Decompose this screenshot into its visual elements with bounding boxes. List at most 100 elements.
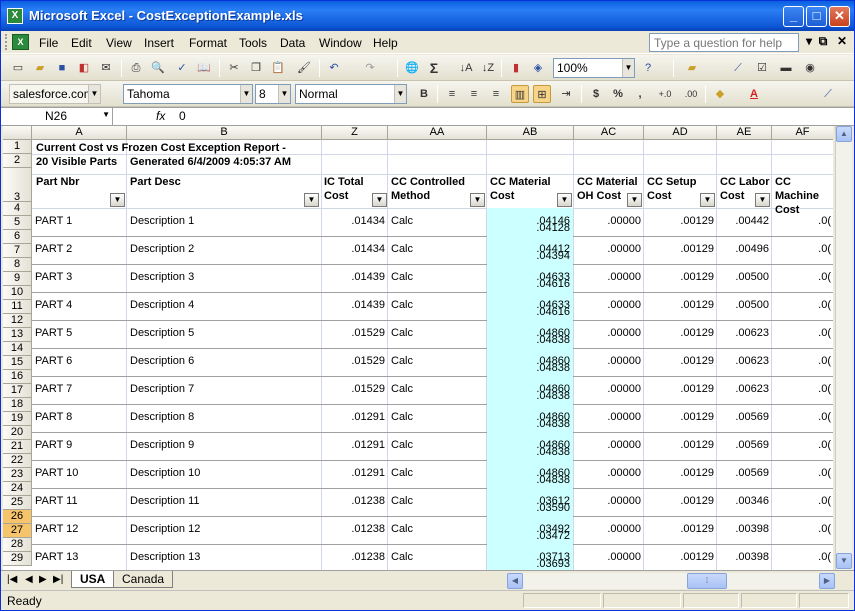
cell-ic-total[interactable]: .01291	[323, 411, 387, 424]
chart-line-icon[interactable]: ⟋	[729, 59, 747, 77]
cell-setup[interactable]: .00129	[645, 467, 716, 480]
cell-setup[interactable]: .00129	[645, 271, 716, 284]
minimize-button[interactable]: _	[783, 6, 804, 27]
filter-dropdown-icon[interactable]: ▼	[110, 193, 125, 207]
row-header[interactable]: 19	[3, 412, 32, 426]
cell-part-nbr[interactable]: PART 2	[33, 243, 126, 256]
cell-material-oh[interactable]: .00000	[575, 243, 643, 256]
cell-part-desc[interactable]: Description 10	[128, 467, 321, 480]
row-header[interactable]: 13	[3, 328, 32, 342]
bold-button[interactable]: B	[415, 85, 433, 103]
cell-labor[interactable]: .00500	[718, 299, 771, 312]
cell-ic-total[interactable]: .01434	[323, 243, 387, 256]
permission-icon[interactable]: ◧	[75, 59, 93, 77]
row-header[interactable]: 29	[3, 552, 32, 566]
select-all-corner[interactable]	[3, 126, 32, 140]
spelling-icon[interactable]: ✓	[173, 59, 191, 77]
button-control-icon[interactable]: ▬	[777, 59, 795, 77]
new-icon[interactable]: ▭	[9, 59, 27, 77]
cell-method[interactable]: Calc	[389, 355, 485, 368]
print-preview-icon[interactable]: 🔍	[149, 59, 167, 77]
scroll-down-icon[interactable]: ▼	[836, 553, 852, 569]
row-header[interactable]: 26	[3, 510, 32, 524]
cell-material-frozen[interactable]: .03693	[488, 558, 572, 570]
cell-ic-total[interactable]: .01291	[323, 467, 387, 480]
row-header[interactable]: 27	[3, 524, 32, 538]
cell-setup[interactable]: .00129	[645, 327, 716, 340]
header-cc-machine[interactable]: CC Machine Cost	[773, 174, 833, 218]
row-header[interactable]: 17	[3, 384, 32, 398]
row-header[interactable]: 16	[3, 370, 32, 384]
cell-material-oh[interactable]: .00000	[575, 523, 643, 536]
chevron-down-icon[interactable]: ▼	[240, 85, 252, 103]
row-header[interactable]: 25	[3, 496, 32, 510]
copy-icon[interactable]: ❐	[247, 59, 265, 77]
last-sheet-icon[interactable]: ▶|	[53, 574, 63, 585]
cell-method[interactable]: Calc	[389, 215, 485, 228]
cell-part-nbr[interactable]: PART 1	[33, 215, 126, 228]
cell-machine[interactable]: .0(	[773, 467, 833, 480]
cell-material-oh[interactable]: .00000	[575, 327, 643, 340]
folder-icon[interactable]: ▰	[683, 59, 701, 77]
fill-color-icon[interactable]: ◆	[711, 85, 729, 103]
doc-close-icon[interactable]: ✕	[835, 34, 849, 50]
menu-view[interactable]: View	[106, 36, 132, 50]
chevron-down-icon[interactable]: ▼	[622, 59, 634, 77]
cell-material-oh[interactable]: .00000	[575, 411, 643, 424]
scroll-thumb[interactable]: ⁞	[687, 573, 727, 589]
increase-decimal-button[interactable]: +.0	[653, 85, 677, 103]
sort-ascending-icon[interactable]: ↓A	[457, 59, 475, 77]
cell-method[interactable]: Calc	[389, 495, 485, 508]
cell-setup[interactable]: .00129	[645, 495, 716, 508]
row-header[interactable]: 8	[3, 258, 32, 272]
decrease-decimal-button[interactable]: .00	[679, 85, 703, 103]
open-icon[interactable]: ▰	[31, 59, 49, 77]
header-part-desc[interactable]: Part Desc	[128, 174, 298, 190]
help-icon[interactable]: ?	[639, 59, 657, 77]
cell-material-frozen[interactable]: .04128	[488, 222, 572, 235]
cell-material-oh[interactable]: .00000	[575, 299, 643, 312]
row-header[interactable]: 3	[3, 168, 32, 202]
cell-method[interactable]: Calc	[389, 271, 485, 284]
cell-material-oh[interactable]: .00000	[575, 355, 643, 368]
cell-part-nbr[interactable]: PART 9	[33, 439, 126, 452]
header-part-nbr[interactable]: Part Nbr	[34, 174, 126, 190]
cell-setup[interactable]: .00129	[645, 383, 716, 396]
hyperlink-icon[interactable]: 🌐	[403, 59, 421, 77]
row-header[interactable]: 6	[3, 230, 32, 244]
cell-setup[interactable]: .00129	[645, 299, 716, 312]
row-header[interactable]: 5	[3, 216, 32, 230]
cell-labor[interactable]: .00623	[718, 383, 771, 396]
cell-material-oh[interactable]: .00000	[575, 215, 643, 228]
row-header[interactable]: 22	[3, 454, 32, 468]
cell-machine[interactable]: .0(	[773, 383, 833, 396]
menu-tools[interactable]: Tools	[239, 36, 267, 50]
percent-button[interactable]: %	[609, 85, 627, 103]
horizontal-scrollbar[interactable]: ◀ ⁞ ▶	[507, 573, 835, 589]
cell-method[interactable]: Calc	[389, 439, 485, 452]
paste-icon[interactable]: 📋	[269, 59, 287, 77]
cell-part-desc[interactable]: Description 12	[128, 523, 321, 536]
row-header[interactable]: 10	[3, 286, 32, 300]
cell-setup[interactable]: .00129	[645, 411, 716, 424]
scroll-right-icon[interactable]: ▶	[819, 573, 835, 589]
visible-parts-label[interactable]: 20 Visible Parts	[34, 154, 128, 170]
row-header[interactable]: 23	[3, 468, 32, 482]
currency-button[interactable]: $	[587, 85, 605, 103]
cell-setup[interactable]: .00129	[645, 439, 716, 452]
salesforce-menu[interactable]: salesforce.com ▼	[9, 84, 101, 104]
prev-sheet-icon[interactable]: ◀	[25, 574, 33, 585]
cell-machine[interactable]: .0(	[773, 495, 833, 508]
help-search-input[interactable]: Type a question for help	[649, 33, 799, 52]
column-layout-icon[interactable]: ▥	[511, 85, 529, 103]
cell-machine[interactable]: .0(	[773, 411, 833, 424]
maximize-button[interactable]: □	[806, 6, 827, 27]
formula-input[interactable]: 0	[179, 109, 186, 123]
cell-ic-total[interactable]: .01439	[323, 299, 387, 312]
cell-part-desc[interactable]: Description 6	[128, 355, 321, 368]
cell-part-nbr[interactable]: PART 4	[33, 299, 126, 312]
sheet-tab-usa[interactable]: USA	[71, 571, 115, 588]
cell-material-frozen[interactable]: .04838	[488, 334, 572, 347]
column-header[interactable]: AD	[644, 126, 717, 140]
row-header[interactable]: 4	[3, 202, 32, 216]
